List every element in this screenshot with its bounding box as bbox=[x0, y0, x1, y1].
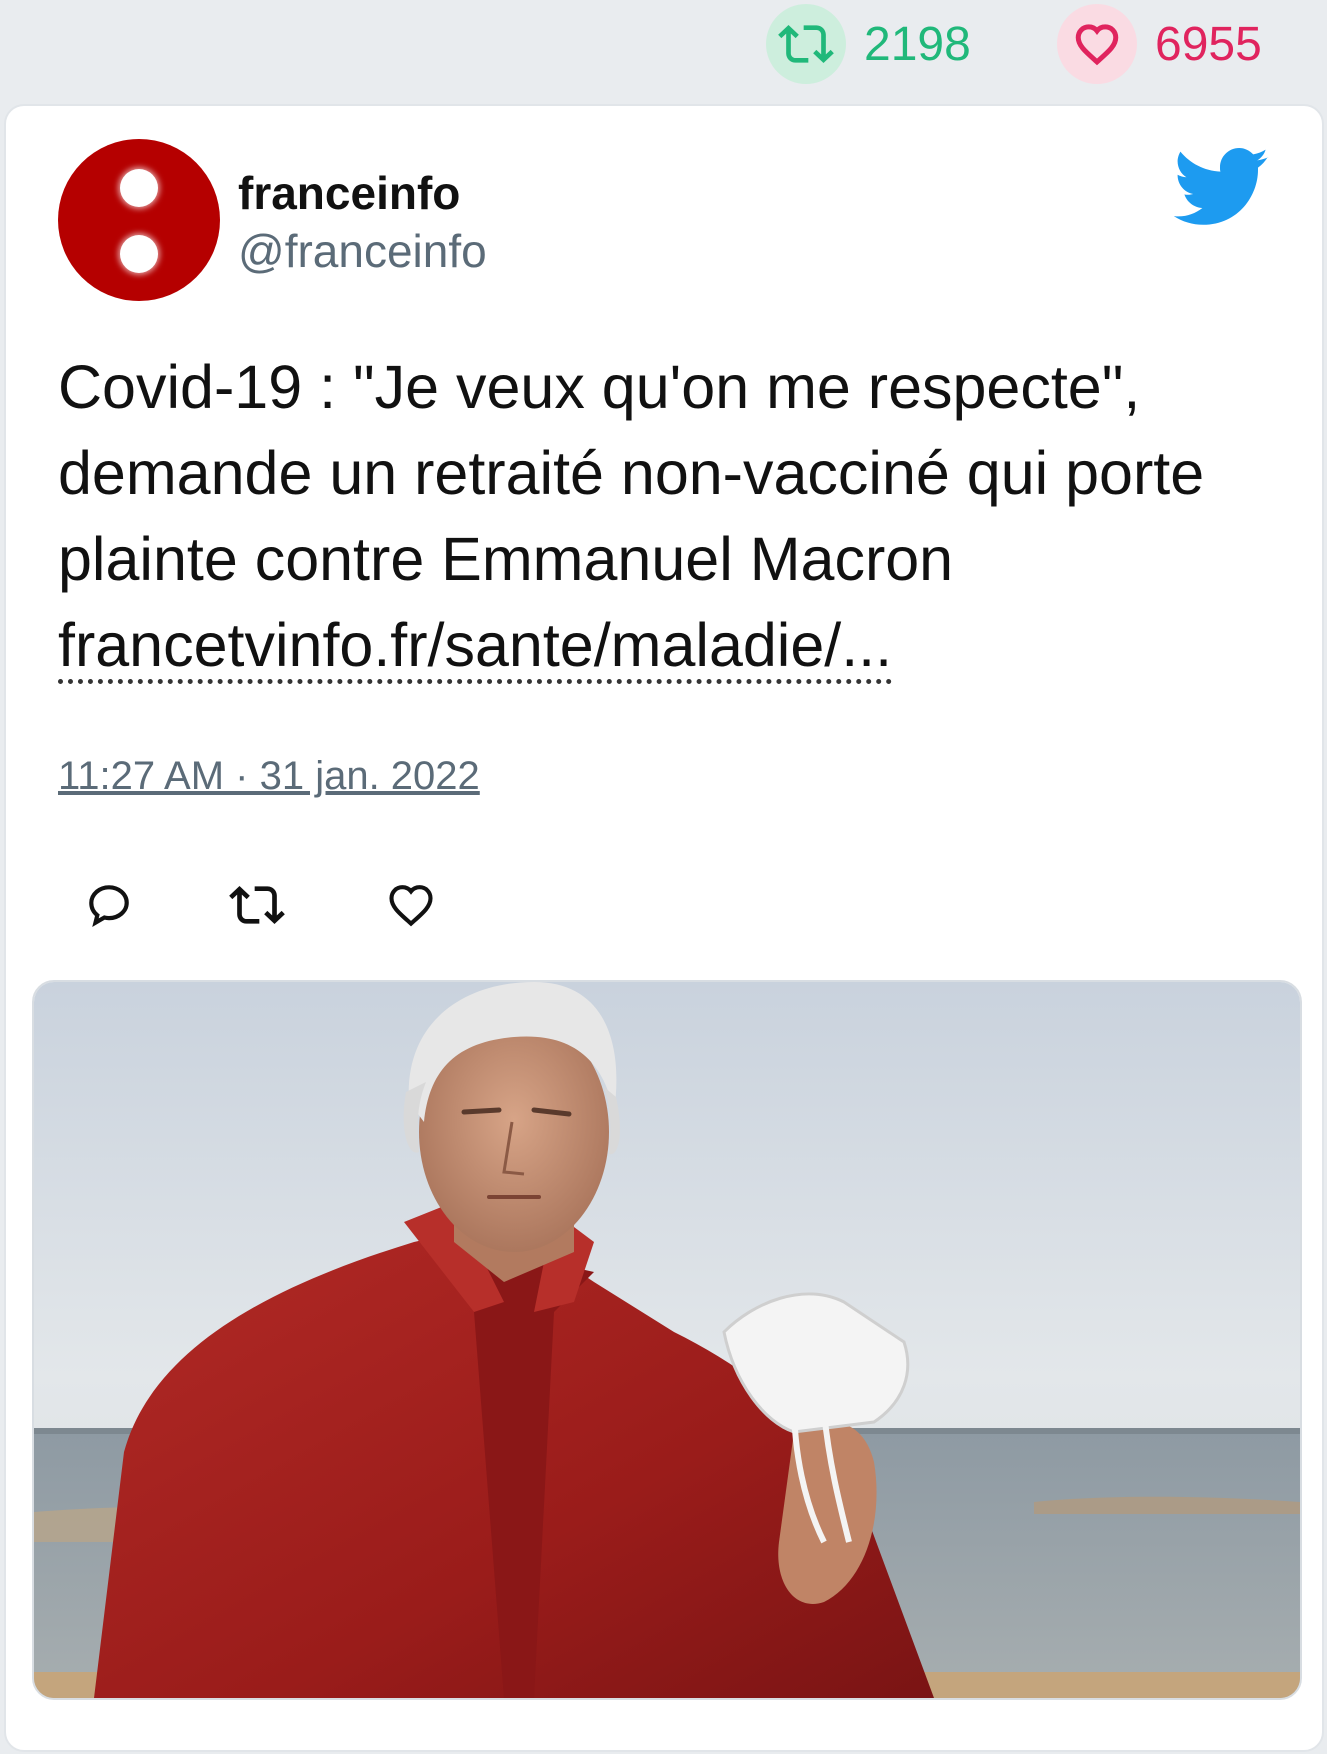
article-link[interactable]: francetvinfo.fr/sante/maladie/... bbox=[58, 611, 893, 684]
twitter-bird-icon[interactable] bbox=[1173, 148, 1270, 233]
like-stat[interactable]: 6955 bbox=[1057, 2, 1262, 86]
heart-icon bbox=[389, 885, 433, 927]
retweet-button[interactable] bbox=[222, 870, 292, 940]
tweet-media-photo[interactable] bbox=[32, 980, 1302, 1700]
like-count: 6955 bbox=[1155, 17, 1262, 71]
retweet-icon bbox=[229, 886, 285, 924]
like-button[interactable] bbox=[376, 870, 446, 940]
retweet-stat[interactable]: 2198 bbox=[766, 2, 971, 86]
heart-icon bbox=[1057, 4, 1137, 84]
retweet-count: 2198 bbox=[864, 17, 971, 71]
man-holding-mask-photo bbox=[34, 982, 1300, 1698]
tweet-card: franceinfo @franceinfo Covid-19 : "Je ve… bbox=[4, 104, 1324, 1752]
author-handle[interactable]: @franceinfo bbox=[238, 224, 487, 278]
avatar[interactable] bbox=[58, 139, 220, 301]
retweet-icon bbox=[766, 4, 846, 84]
tweet-stats: 2198 6955 bbox=[0, 0, 1327, 90]
avatar-logo-dot bbox=[120, 169, 158, 207]
tweet-timestamp[interactable]: 11:27 AM · 31 jan. 2022 bbox=[58, 754, 480, 799]
tweet-actions bbox=[58, 870, 558, 950]
author-name[interactable]: franceinfo bbox=[238, 166, 460, 220]
reply-icon bbox=[89, 885, 129, 927]
tweet-text: Covid-19 : "Je veux qu'on me respecte", … bbox=[58, 344, 1288, 688]
reply-button[interactable] bbox=[74, 870, 144, 940]
avatar-logo-dot bbox=[120, 235, 158, 273]
tweet-body: Covid-19 : "Je veux qu'on me respecte", … bbox=[58, 353, 1205, 593]
